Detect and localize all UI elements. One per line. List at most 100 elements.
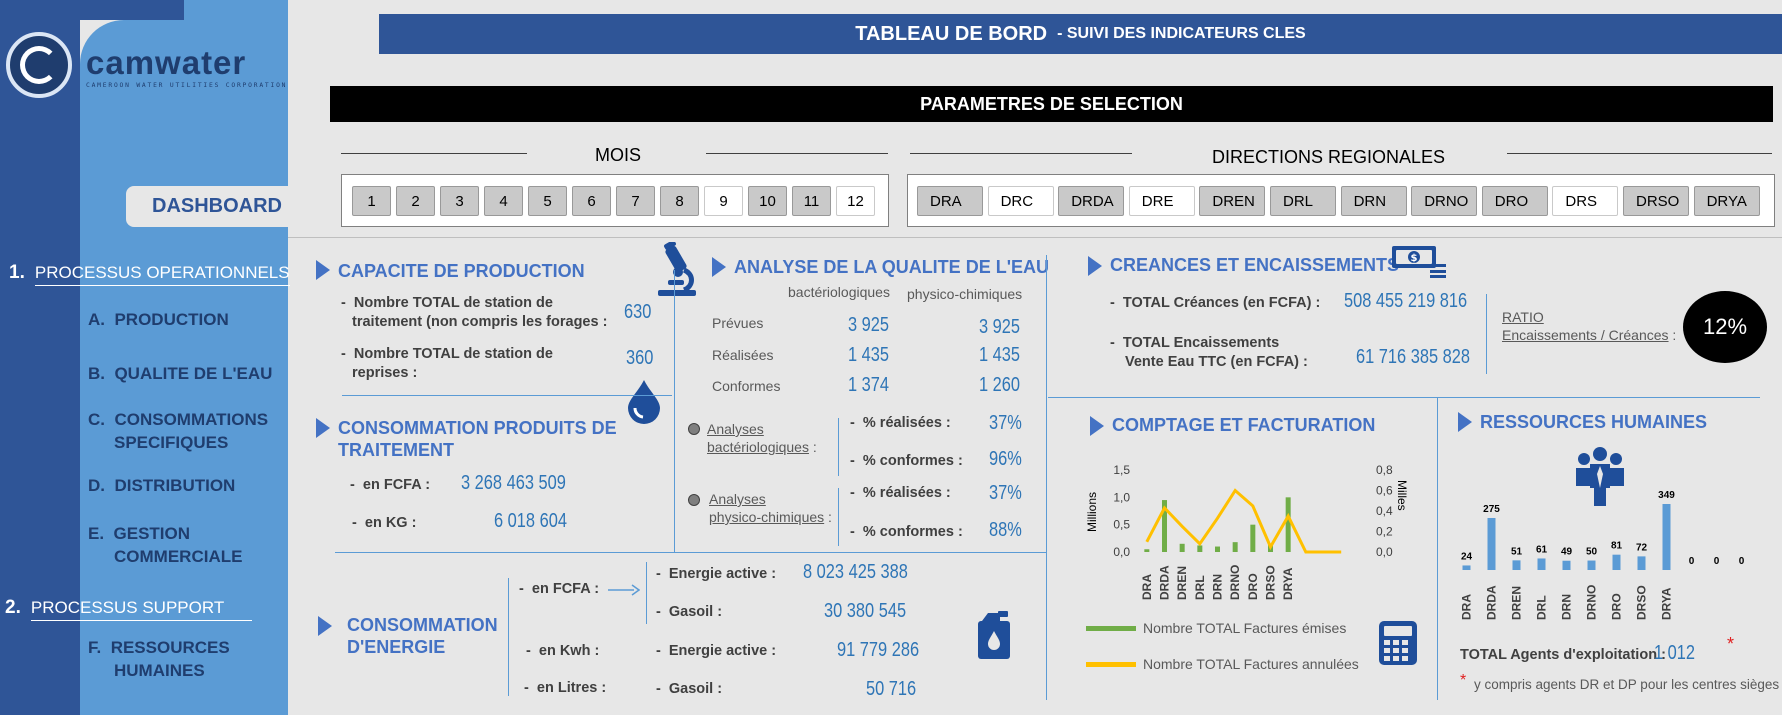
nav-item-label: PRODUCTION [114, 310, 229, 329]
bar-factures-emises [1179, 543, 1185, 552]
dashboard-button[interactable]: DASHBOARD [126, 186, 288, 227]
month-button-11[interactable]: 11 [792, 186, 831, 216]
qualite-pct-real-label: - % réalisées : [850, 485, 951, 501]
x-tick-label: DRA [1460, 594, 1474, 620]
qualite-bact-label: Analyses bactériologiques : [707, 421, 817, 455]
energie-active-label: - Energie active : [656, 566, 777, 582]
production-row1-label: - Nombre TOTAL de station de traitement … [341, 295, 608, 330]
creances-enc-value: 61 716 385 828 [1356, 346, 1471, 368]
region-button-dro[interactable]: DRO [1481, 186, 1548, 216]
energie-litres-label: - en Litres : [524, 680, 607, 696]
x-tick-label: DRNO [1585, 585, 1599, 620]
region-button-drso[interactable]: DRSO [1623, 186, 1689, 216]
produits-kg-label: - en KG : [352, 515, 417, 531]
region-button-drl[interactable]: DRL [1270, 186, 1336, 216]
month-button-1[interactable]: 1 [352, 186, 391, 216]
bar-agents [1487, 517, 1496, 570]
region-button-drda[interactable]: DRDA [1058, 186, 1125, 216]
region-button-drya[interactable]: DRYA [1693, 186, 1760, 216]
nav-item-distribution[interactable]: D. DISTRIBUTION [88, 474, 235, 497]
bar-agents [1462, 565, 1471, 570]
qualite-row-label: Réalisées [712, 347, 774, 363]
nav-item-letter: E. [88, 524, 105, 543]
data-label: 51 [1511, 546, 1523, 557]
nav-item-gestion-commerciale[interactable]: E. GESTION COMMERCIALE [88, 522, 242, 568]
legend-emises: Nombre TOTAL Factures émises [1143, 620, 1347, 636]
region-button-dren[interactable]: DREN [1199, 186, 1266, 216]
month-button-2[interactable]: 2 [396, 186, 435, 216]
qualite-pc-conf-value: 88% [989, 519, 1022, 541]
y-tick-left: 0,0 [1113, 545, 1130, 559]
fuel-can-icon [978, 611, 1010, 659]
month-button-6[interactable]: 6 [572, 186, 611, 216]
bar-agents [1637, 556, 1646, 570]
nav-item-label: QUALITE DE L'EAU [114, 364, 273, 383]
region-button-dra[interactable]: DRA [917, 186, 983, 216]
month-button-8[interactable]: 8 [660, 186, 699, 216]
bar-agents [1587, 560, 1596, 570]
divider [508, 578, 509, 696]
nav-section-label: PROCESSUS OPERATIONNELS [34, 263, 290, 286]
nav-item-label-line2: SPECIFIQUES [114, 433, 229, 452]
month-button-3[interactable]: 3 [440, 186, 479, 216]
y-axis-title-right: Milles [1395, 480, 1409, 511]
section-arrow-icon [1088, 256, 1102, 276]
region-button-drn[interactable]: DRN [1340, 186, 1407, 216]
region-button-dre[interactable]: DRE [1128, 186, 1195, 216]
energie-litres-value: 50 716 [866, 678, 917, 700]
x-tick-label: DRL [1535, 595, 1549, 620]
camwater-logo-icon [6, 32, 72, 98]
ratio-label: RATIO Encaissements / Créances : [1502, 309, 1677, 343]
y-tick-left: 0,5 [1113, 518, 1130, 532]
bullet-icon [688, 494, 700, 506]
nav-section-processus-support[interactable]: 2. PROCESSUS SUPPORT [5, 597, 253, 621]
data-label: 72 [1636, 542, 1648, 553]
data-label: 49 [1561, 547, 1573, 558]
nav-section-number: 1. [9, 262, 25, 283]
nav-item-label-line2: COMMERCIALE [114, 547, 243, 566]
energie-title: CONSOMMATION D'ENERGIE [347, 615, 498, 657]
nav-item-qualite[interactable]: B. QUALITE DE L'EAU [88, 362, 272, 385]
x-tick-label: DRO [1610, 593, 1624, 620]
energie-fcfa-gasoil-value: 30 380 545 [824, 600, 907, 622]
sidebar-top-band [80, 0, 184, 20]
data-label: 0 [1714, 556, 1720, 567]
divider [288, 237, 1782, 238]
region-button-drno[interactable]: DRNO [1411, 186, 1478, 216]
qualite-pc-label: Analyses physico-chimiques : [709, 491, 832, 525]
divider [1437, 397, 1438, 700]
nav-item-letter: A. [88, 310, 105, 329]
x-tick-label: DREN [1175, 566, 1189, 600]
divider [910, 153, 1132, 154]
rh-footnote: y compris agents DR et DP pour les centr… [1474, 677, 1780, 692]
month-button-4[interactable]: 4 [484, 186, 523, 216]
qualite-col-bacterio: bactériologiques [788, 284, 890, 300]
month-button-7[interactable]: 7 [616, 186, 655, 216]
month-button-9[interactable]: 9 [704, 186, 743, 216]
data-label: 24 [1461, 551, 1473, 562]
energie-fcfa-active-value: 8 023 425 388 [803, 561, 908, 583]
x-tick-label: DRDA [1158, 565, 1172, 600]
month-button-5[interactable]: 5 [528, 186, 567, 216]
bar-agents [1537, 558, 1546, 570]
region-button-drc[interactable]: DRC [987, 186, 1054, 216]
x-tick-label: DRSO [1635, 585, 1649, 620]
nav-item-consommations[interactable]: C. CONSOMMATIONS SPECIFIQUES [88, 408, 268, 454]
nav-item-ressources-humaines[interactable]: F. RESSOURCES HUMAINES [88, 636, 230, 682]
section-arrow-icon [316, 260, 330, 280]
month-button-12[interactable]: 12 [836, 186, 875, 216]
bar-agents [1512, 560, 1521, 570]
x-tick-label: DRSO [1264, 565, 1278, 600]
qualite-row-pc-value: 1 435 [979, 344, 1021, 366]
nav-section-processus-operationnels[interactable]: 1. PROCESSUS OPERATIONNELS [9, 262, 290, 286]
comptage-title: COMPTAGE ET FACTURATION [1112, 415, 1376, 435]
nav-item-production[interactable]: A. PRODUCTION [88, 308, 229, 331]
bar-agents [1662, 504, 1671, 570]
x-tick-label: DREN [1510, 586, 1524, 620]
x-tick-label: DRN [1560, 594, 1574, 620]
nav-item-letter: D. [88, 476, 105, 495]
creances-total-label: - TOTAL Créances (en FCFA) : [1110, 295, 1321, 311]
region-button-drs[interactable]: DRS [1552, 186, 1619, 216]
month-button-10[interactable]: 10 [748, 186, 787, 216]
x-tick-label: DRO [1246, 573, 1260, 600]
